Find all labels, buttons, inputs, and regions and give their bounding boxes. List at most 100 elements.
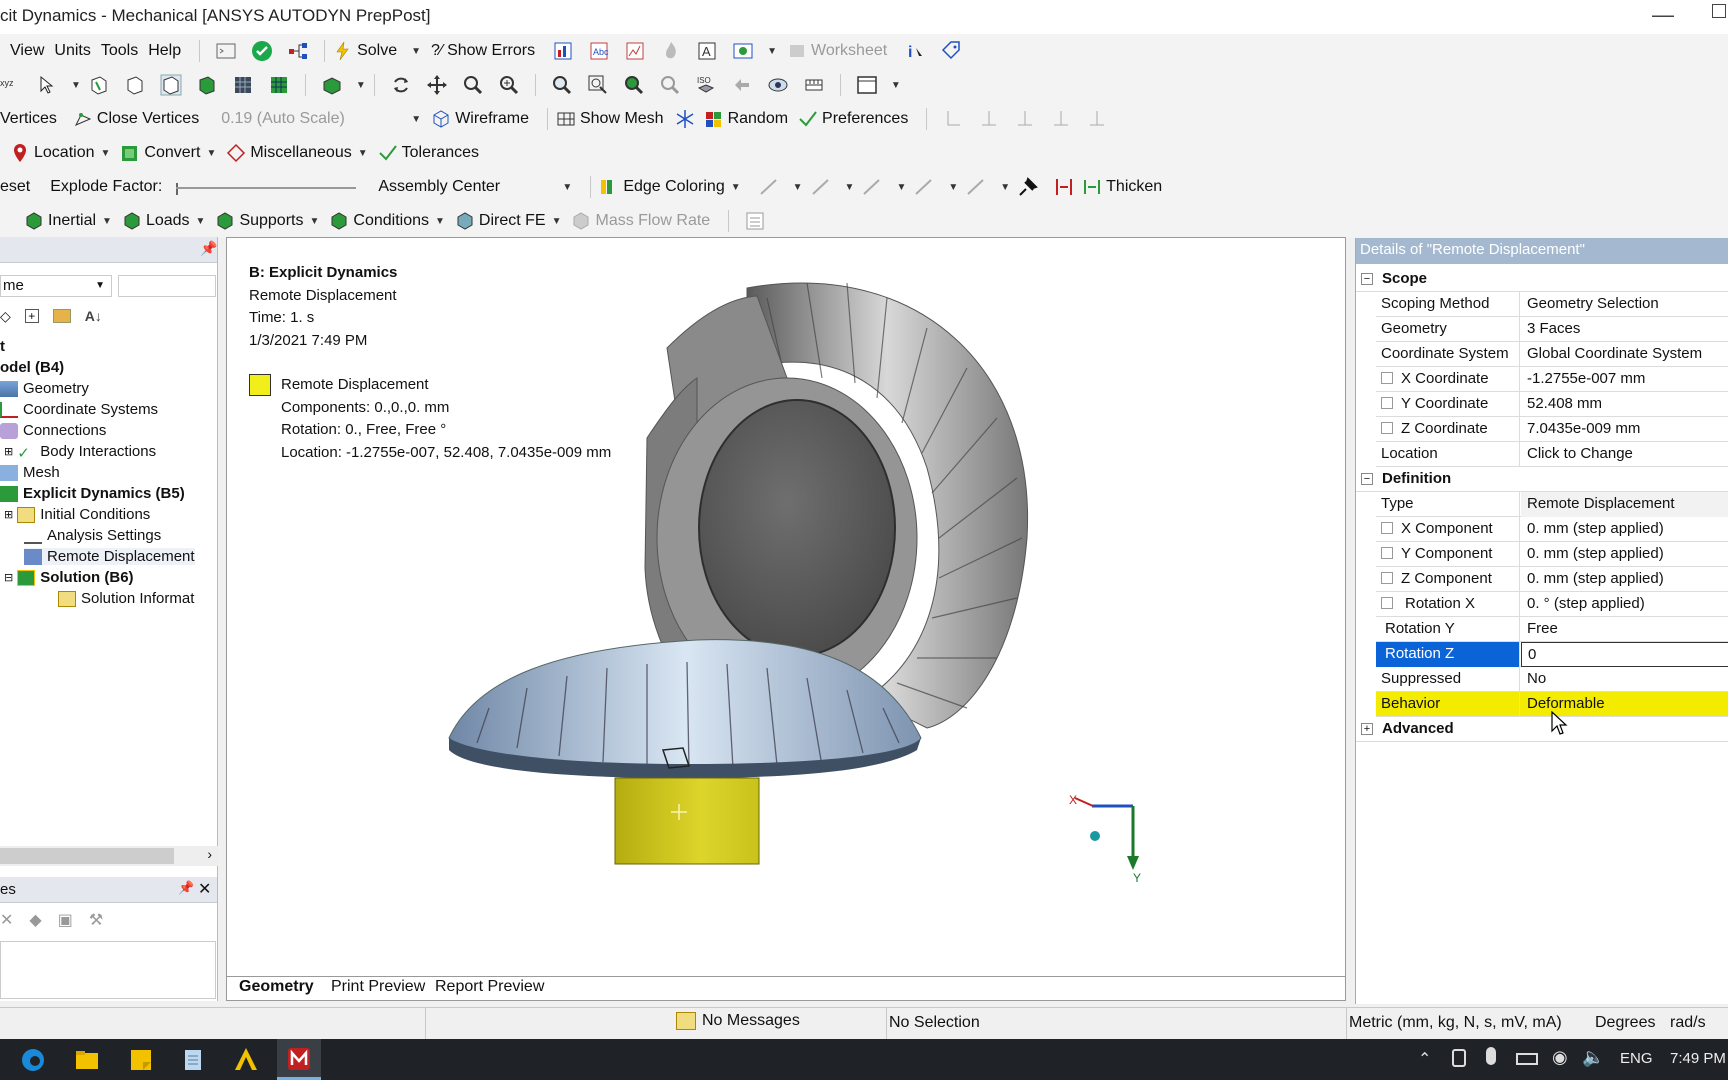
battery-icon[interactable] [1516,1053,1538,1065]
detail-row-rotation-x[interactable]: Rotation X 0. ° (step applied) [1376,592,1728,617]
wifi-icon[interactable]: ◉ [1552,1047,1568,1068]
pin-icon[interactable]: 📌 [178,880,194,896]
parameter-checkbox[interactable] [1381,372,1393,384]
edge-style-icon[interactable] [810,176,832,198]
detail-row-suppressed[interactable]: Suppressed No [1376,667,1728,692]
unit-system-status[interactable]: Metric (mm, kg, N, s, mV, mA) [1349,1014,1562,1032]
gear-model[interactable]: X Y [227,238,1346,977]
select-element-icon[interactable] [268,74,290,96]
viewport-icon[interactable] [856,74,878,96]
ansys-icon[interactable] [232,1045,260,1073]
tree-item-explicit-dynamics[interactable]: Explicit Dynamics (B5) [0,485,185,502]
chart-icon[interactable] [552,40,574,62]
scroll-right-icon[interactable]: › [207,846,212,862]
explode-icon[interactable] [674,108,696,130]
tree-item-mesh[interactable]: Mesh [0,464,60,481]
expand-icon[interactable]: + [1361,723,1373,735]
ruler-icon[interactable] [803,74,825,96]
notepad-icon[interactable] [180,1047,206,1073]
parameter-checkbox[interactable] [1381,422,1393,434]
section-advanced[interactable]: + Advanced [1356,717,1728,742]
tree-item-coordinate-systems[interactable]: Coordinate Systems [0,401,158,418]
worksheet-button[interactable]: Worksheet [787,41,887,61]
detail-row-x-component[interactable]: X Component 0. mm (step applied) [1376,517,1728,542]
minimize-button[interactable]: — [1652,2,1674,28]
parameter-checkbox[interactable] [1381,397,1393,409]
parameter-checkbox[interactable] [1381,522,1393,534]
random-colors-button[interactable]: Random [704,109,788,129]
scale-dropdown[interactable]: 0.19 (Auto Scale) ▼ [221,110,421,128]
angle-unit-status[interactable]: Degrees [1595,1014,1655,1032]
select-body-icon[interactable] [196,74,218,96]
collapse-icon[interactable]: − [1361,473,1373,485]
vertices-button[interactable]: Vertices [0,110,57,128]
axis-triad-icon[interactable] [1050,108,1072,130]
detail-row-rotation-y[interactable]: Rotation Y Free [1376,617,1728,642]
collapse-icon[interactable]: ◇ [0,308,11,325]
detail-row-type[interactable]: Type Remote Displacement [1376,492,1728,517]
clock[interactable]: 7:49 PM [1670,1050,1726,1067]
close-icon[interactable]: ✕ [198,879,211,899]
sticky-notes-icon[interactable] [128,1047,154,1073]
extend-selection-icon[interactable] [321,74,343,96]
zoom-gray-icon[interactable] [659,74,681,96]
messages-status[interactable]: No Messages [676,1012,800,1030]
menu-units[interactable]: Units [54,42,90,60]
menu-view[interactable]: View [10,42,44,60]
edge-style-icon[interactable] [758,176,780,198]
sort-icon[interactable]: A↓ [85,308,102,324]
tree-horizontal-scrollbar[interactable]: › [0,846,218,866]
delete-icon[interactable]: ✕ [0,910,13,930]
graphics-viewport[interactable]: B: Explicit Dynamics Remote Displacement… [226,237,1346,977]
language-indicator[interactable]: ENG [1620,1050,1653,1067]
detail-row-z-coordinate[interactable]: Z Coordinate 7.0435e-009 mm [1376,417,1728,442]
detail-row-y-coordinate[interactable]: Y Coordinate 52.408 mm [1376,392,1728,417]
edge-browser-icon[interactable] [20,1047,46,1073]
mass-flow-rate-button[interactable]: Mass Flow Rate [571,211,710,231]
preferences-button[interactable]: Preferences [798,109,908,129]
collapse-node-icon[interactable]: ⊟ [4,571,13,584]
folder-icon[interactable] [52,309,71,323]
detail-row-scoping-method[interactable]: Scoping Method Geometry Selection [1376,292,1728,317]
outline-search-input[interactable] [118,275,216,297]
supports-button[interactable]: Supports ▼ [215,211,319,231]
worksheet-small-icon[interactable] [744,210,766,232]
wrench-icon[interactable]: ⚒ [89,910,103,930]
inertial-button[interactable]: Inertial ▼ [24,211,112,231]
edge-style-icon[interactable] [913,176,935,198]
detail-row-z-component[interactable]: Z Component 0. mm (step applied) [1376,567,1728,592]
angular-velocity-status[interactable]: rad/s [1670,1014,1706,1032]
device-icon[interactable] [1452,1049,1466,1067]
scrollbar-thumb[interactable] [0,848,174,864]
miscellaneous-button[interactable]: Miscellaneous ▼ [226,143,368,163]
tree-item-project[interactable]: t [0,338,5,355]
tree-item-body-interactions[interactable]: ⊞ ✓ Body Interactions [4,443,156,462]
file-explorer-icon[interactable] [74,1047,100,1073]
explode-factor-slider[interactable] [172,177,362,197]
direct-fe-button[interactable]: Direct FE ▼ [455,211,561,231]
rotation-z-input[interactable]: 0 [1521,642,1728,667]
detail-row-geometry[interactable]: Geometry 3 Faces [1376,317,1728,342]
detail-row-x-coordinate[interactable]: X Coordinate -1.2755e-007 mm [1376,367,1728,392]
tree-item-analysis-settings[interactable]: Analysis Settings [24,527,161,544]
show-errors-button[interactable]: ?⁄ Show Errors [431,42,535,60]
cursor-icon[interactable] [36,74,58,96]
pan-icon[interactable] [426,74,448,96]
collapse-icon[interactable]: − [1361,273,1373,285]
flame-icon[interactable] [660,40,682,62]
tab-geometry[interactable]: Geometry [239,978,314,996]
xyz-icon[interactable]: xyz [0,74,22,96]
annotation-icon[interactable]: A [696,40,718,62]
tree-item-initial-conditions[interactable]: ⊞ Initial Conditions [4,506,150,523]
parameter-checkbox[interactable] [1381,547,1393,559]
zoom-selected-icon[interactable] [623,74,645,96]
expand-node-icon[interactable]: ⊞ [4,508,13,521]
tool-icon[interactable]: ▣ [58,910,73,930]
expand-node-icon[interactable]: ⊞ [4,445,13,458]
axis-triad-icon[interactable] [1014,108,1036,130]
image-icon[interactable] [732,40,754,62]
magnifier-icon[interactable] [587,74,609,96]
mechanical-taskbar-button[interactable] [277,1039,321,1080]
axis-triad-icon[interactable] [978,108,1000,130]
pin-icon[interactable]: 📌 [200,240,217,257]
